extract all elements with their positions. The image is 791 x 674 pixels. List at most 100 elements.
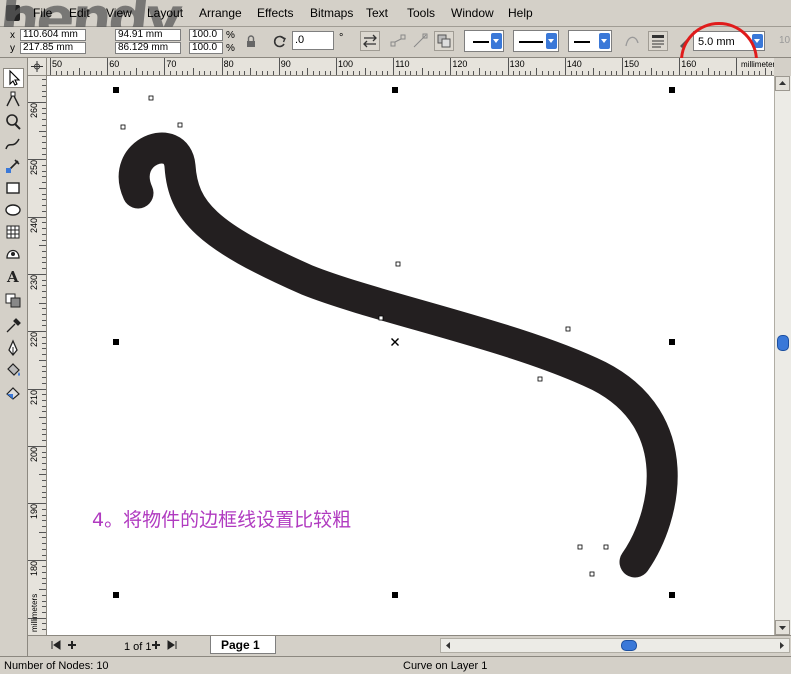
ruler-tick — [42, 182, 46, 184]
selection-handle[interactable] — [669, 87, 675, 93]
outline-tool-icon[interactable] — [3, 338, 24, 358]
rotation-field[interactable]: .0 — [292, 31, 334, 50]
ruler-tick — [742, 71, 744, 75]
combine-icon[interactable] — [434, 31, 454, 51]
curve-node[interactable] — [120, 124, 126, 130]
freehand-tool-icon[interactable] — [3, 134, 24, 154]
graph-paper-tool-icon[interactable] — [3, 222, 24, 242]
end-arrow-dropdown[interactable] — [568, 30, 612, 52]
selection-handle[interactable] — [113, 87, 119, 93]
ruler-tick — [193, 68, 194, 75]
selection-handle[interactable] — [113, 339, 119, 345]
curve-node[interactable] — [537, 376, 543, 382]
menu-bitmaps[interactable]: Bitmaps — [310, 6, 353, 20]
page-tab-1[interactable]: Page 1 — [210, 636, 276, 654]
add-page-after-icon[interactable] — [150, 639, 162, 654]
smart-fill-tool-icon[interactable] — [3, 156, 24, 176]
menu-effects[interactable]: Effects — [257, 6, 293, 20]
menu-file[interactable]: File — [33, 6, 52, 20]
height-field[interactable]: 86.129 mm — [115, 42, 181, 54]
outline-width-field[interactable]: 5.0 mm — [693, 31, 765, 51]
add-page-before-icon[interactable] — [66, 639, 78, 654]
ruler-tick — [765, 68, 766, 75]
menu-window[interactable]: Window — [451, 6, 494, 20]
outline-width-spinner[interactable] — [752, 34, 763, 48]
menu-help[interactable]: Help — [508, 6, 533, 20]
scroll-right-icon[interactable] — [777, 640, 787, 654]
s-curve-shape[interactable] — [118, 132, 678, 578]
fill-tool-icon[interactable] — [3, 360, 24, 380]
selection-handle[interactable] — [392, 592, 398, 598]
shape-tool-icon[interactable] — [3, 90, 24, 110]
selection-handle[interactable] — [669, 339, 675, 345]
lock-ratio-icon[interactable] — [241, 32, 261, 52]
ruler-tick — [84, 71, 86, 75]
curve-node[interactable] — [395, 261, 401, 267]
ruler-tick — [410, 71, 412, 75]
menu-text[interactable]: Text — [366, 6, 388, 20]
ruler-tick — [124, 71, 126, 75]
curve-node[interactable] — [603, 544, 609, 550]
ruler-tick — [42, 440, 46, 442]
scale-x-field[interactable]: 100.0 — [189, 29, 223, 41]
curve-node[interactable] — [148, 95, 154, 101]
mirror-icon[interactable] — [360, 31, 380, 51]
interactive-blend-tool-icon[interactable] — [3, 290, 24, 310]
ruler-tick — [42, 279, 46, 281]
ruler-tick — [381, 71, 383, 75]
vertical-ruler[interactable]: 260 250 240 230 220 210 200 190 180 millimeters — [28, 76, 47, 635]
wrap-text-icon[interactable] — [648, 31, 668, 51]
ruler-tick — [501, 71, 503, 75]
y-label: y — [10, 43, 15, 54]
pick-tool-icon[interactable] — [3, 68, 24, 88]
interactive-fill-tool-icon[interactable] — [3, 382, 24, 402]
first-page-icon[interactable] — [50, 639, 62, 654]
curve-node[interactable] — [177, 122, 183, 128]
vertical-scroll-thumb[interactable] — [777, 335, 789, 351]
eyedropper-tool-icon[interactable] — [3, 316, 24, 336]
start-arrow-dropdown[interactable] — [464, 30, 504, 52]
line-style-dropdown[interactable] — [513, 30, 559, 52]
selection-handle[interactable] — [392, 87, 398, 93]
scroll-down-button[interactable] — [775, 620, 790, 635]
x-position-field[interactable]: 110.604 mm — [20, 29, 86, 41]
drawing-canvas[interactable]: 4。将物件的边框线设置比较粗 — [47, 76, 774, 635]
selection-handle[interactable] — [669, 592, 675, 598]
horizontal-scroll-thumb[interactable] — [621, 640, 637, 651]
vertical-scrollbar[interactable] — [774, 76, 791, 635]
y-position-field[interactable]: 217.85 mm — [20, 42, 86, 54]
horizontal-ruler[interactable]: 50 60 70 80 90 100 110 120 130 140 150 160 millimet… — [28, 58, 774, 76]
scroll-left-icon[interactable] — [443, 640, 453, 654]
curve-node[interactable] — [589, 571, 595, 577]
ruler-origin-corner[interactable] — [28, 58, 47, 76]
zoom-tool-icon[interactable] — [3, 112, 24, 132]
ruler-tick — [513, 71, 515, 75]
ruler-tick — [719, 71, 721, 75]
horizontal-scrollbar[interactable] — [440, 638, 790, 653]
curve-node[interactable] — [577, 544, 583, 550]
menu-layout[interactable]: Layout — [147, 6, 183, 20]
ruler-unit-label: millimeters — [741, 60, 774, 69]
scale-y-field[interactable]: 100.0 — [189, 42, 223, 54]
rectangle-tool-icon[interactable] — [3, 178, 24, 198]
curve-node[interactable] — [565, 326, 571, 332]
ruler-tick — [42, 577, 46, 579]
width-field[interactable]: 94.91 mm — [115, 29, 181, 41]
last-page-icon[interactable] — [166, 639, 178, 654]
menu-arrange[interactable]: Arrange — [199, 6, 242, 20]
menu-edit[interactable]: Edit — [69, 6, 90, 20]
scroll-up-button[interactable] — [775, 76, 790, 91]
ruler-tick — [42, 520, 46, 522]
menu-view[interactable]: View — [106, 6, 132, 20]
menu-tools[interactable]: Tools — [407, 6, 435, 20]
ruler-tick — [90, 71, 92, 75]
text-tool-icon[interactable]: A — [3, 266, 24, 286]
ruler-tick — [42, 480, 46, 482]
curve-node[interactable] — [378, 315, 384, 321]
ruler-tick — [39, 187, 46, 189]
ruler-tick — [42, 606, 46, 608]
basic-shapes-tool-icon[interactable] — [3, 244, 24, 264]
selection-handle[interactable] — [113, 592, 119, 598]
ellipse-tool-icon[interactable] — [3, 200, 24, 220]
ruler-tick — [42, 239, 46, 241]
